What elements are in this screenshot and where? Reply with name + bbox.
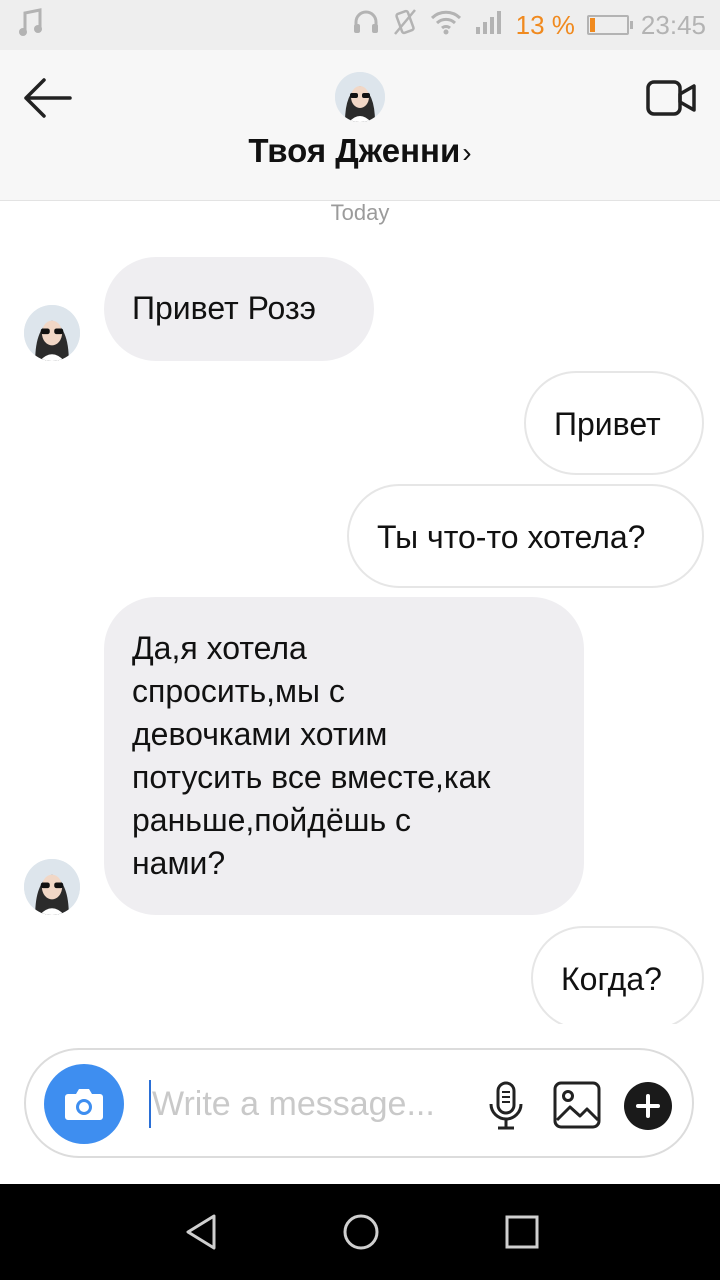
- battery-icon: [586, 15, 633, 35]
- incoming-message-bubble[interactable]: Да,я хотела спросить,мы с девочками хотим п…: [104, 597, 584, 915]
- message-text-line: Ты что-то хотела?: [377, 519, 646, 555]
- date-separator: Today: [330, 200, 390, 225]
- video-call-button[interactable]: [644, 74, 700, 122]
- message-text-line: потусить все вместе,как: [132, 759, 491, 795]
- sender-avatar[interactable]: [24, 859, 80, 915]
- voice-message-button[interactable]: [486, 1080, 526, 1132]
- outgoing-message-bubble[interactable]: Ты что-то хотела?: [347, 484, 704, 588]
- image-icon: [553, 1081, 601, 1129]
- microphone-icon: [489, 1081, 523, 1130]
- arrow-left-icon: [24, 78, 72, 118]
- more-options-button[interactable]: [624, 1082, 672, 1130]
- header-avatar[interactable]: [335, 72, 385, 122]
- incoming-message-bubble[interactable]: Привет Розэ: [104, 257, 374, 361]
- back-triangle-icon: [186, 1214, 216, 1250]
- battery-percent: 13 %: [515, 9, 575, 40]
- message-composer: [24, 1048, 694, 1158]
- message-text-line: спросить,мы с: [132, 673, 345, 709]
- message-text-line: раньше,пойдёшь с: [132, 802, 411, 838]
- text-cursor: [149, 1080, 151, 1128]
- conversation-title[interactable]: Твоя Дженни›: [0, 132, 720, 170]
- outgoing-message-bubble[interactable]: Когда?: [531, 926, 704, 1024]
- nav-recents-button[interactable]: [502, 1212, 542, 1252]
- message-text-line: девочками хотим: [132, 716, 388, 752]
- video-camera-icon: [646, 80, 696, 116]
- vibrate-off-icon: [392, 8, 418, 43]
- recents-square-icon: [505, 1215, 539, 1249]
- music-note-icon: [18, 8, 44, 45]
- message-text-line: Когда?: [561, 961, 662, 997]
- camera-button[interactable]: [44, 1064, 124, 1144]
- plus-icon: [636, 1094, 660, 1118]
- message-text-line: Привет: [554, 406, 661, 442]
- message-text-line: Привет Розэ: [132, 290, 316, 326]
- message-text-line: Да,я хотела: [132, 630, 307, 666]
- conversation-header: Твоя Дженни›: [0, 50, 720, 201]
- status-time: 23:45: [640, 9, 706, 40]
- camera-icon: [65, 1089, 103, 1120]
- nav-back-button[interactable]: [182, 1212, 222, 1252]
- chevron-right-icon: ›: [462, 137, 472, 168]
- status-bar: 13 % 23:45: [0, 0, 720, 50]
- signal-icon: [474, 9, 504, 42]
- contact-name: Твоя Дженни: [248, 132, 461, 169]
- back-button[interactable]: [18, 72, 78, 124]
- nav-home-button[interactable]: [341, 1212, 381, 1252]
- message-text-line: нами?: [132, 845, 226, 881]
- outgoing-message-bubble[interactable]: Привет: [524, 371, 704, 475]
- message-input[interactable]: [152, 1076, 472, 1132]
- gallery-button[interactable]: [552, 1080, 602, 1130]
- system-nav-bar: [0, 1184, 720, 1280]
- sender-avatar[interactable]: [24, 305, 80, 361]
- wifi-icon: [430, 9, 462, 42]
- home-circle-icon: [343, 1214, 379, 1250]
- headphones-icon: [352, 8, 380, 43]
